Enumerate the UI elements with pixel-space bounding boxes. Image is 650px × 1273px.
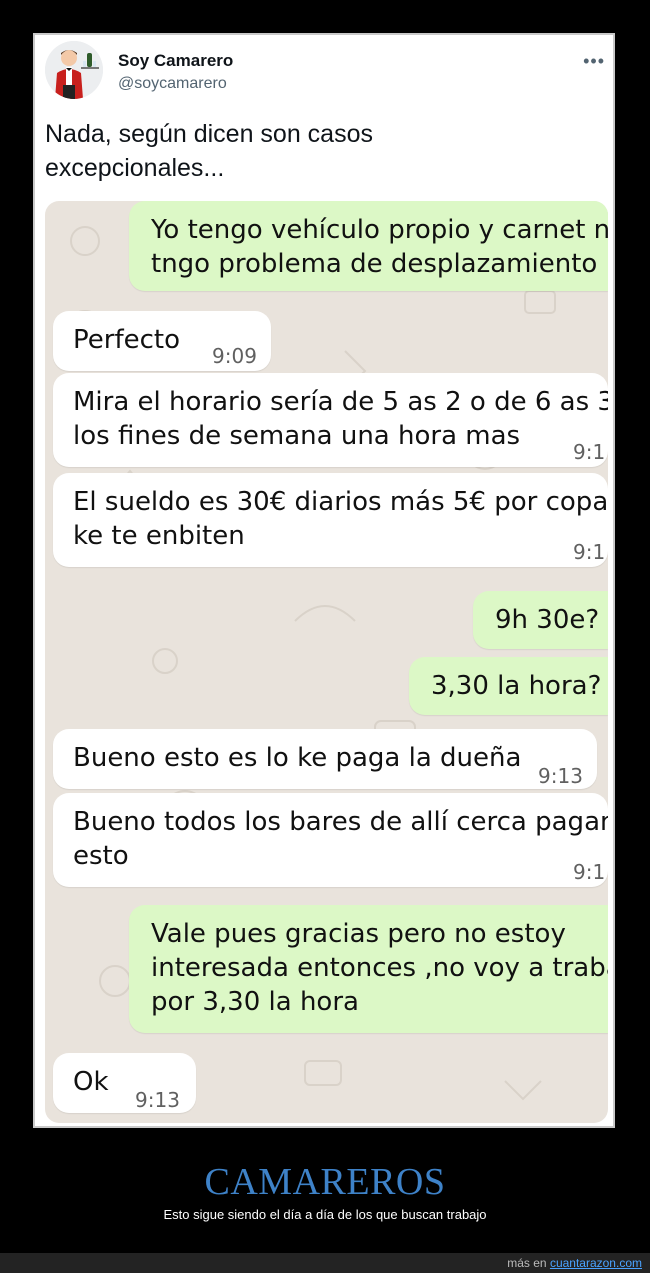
message-bubble-outgoing[interactable]: Yo tengo vehículo propio y carnet n tngo … (129, 201, 608, 291)
message-text: 9h 30e? (495, 603, 599, 637)
message-line: Perfecto (73, 325, 180, 355)
message-bubble-incoming[interactable]: Bueno esto es lo ke paga la dueña 9:13 (53, 729, 597, 789)
message-line: Bueno todos los bares de allí cerca paga… (73, 807, 608, 837)
message-bubble-incoming[interactable]: Bueno todos los bares de allí cerca paga… (53, 793, 608, 887)
message-line: esto (73, 841, 129, 871)
message-bubble-incoming[interactable]: El sueldo es 30€ diarios más 5€ por copa… (53, 473, 608, 567)
tweet-text-line: Nada, según dicen son casos (45, 120, 373, 148)
message-line: Mira el horario sería de 5 as 2 o de 6 a… (73, 387, 608, 417)
waiter-avatar-icon (45, 41, 103, 99)
message-time: 9:13 (538, 764, 583, 788)
message-text: Vale pues gracias pero no estoy interesad… (151, 917, 608, 1019)
message-bubble-outgoing[interactable]: 3,30 la hora? (409, 657, 608, 715)
message-time: 9:1 (573, 440, 606, 464)
message-text: 3,30 la hora? (431, 669, 601, 703)
message-line: tngo problema de desplazamiento (151, 249, 598, 279)
message-line: los fines de semana una hora mas (73, 421, 521, 451)
avatar[interactable] (45, 41, 103, 99)
message-line: ke te enbiten (73, 521, 245, 551)
message-bubble-incoming[interactable]: Ok 9:13 (53, 1053, 196, 1113)
message-line: interesada entonces ,no voy a traba (151, 953, 608, 983)
chat-screenshot: Yo tengo vehículo propio y carnet n tngo … (45, 201, 608, 1123)
message-text: Yo tengo vehículo propio y carnet n tngo … (151, 213, 608, 281)
footer-credit: más en cuantarazon.com (507, 1256, 642, 1270)
caption-title: CAMAREROS (204, 1161, 446, 1203)
message-time: 9:1 (573, 540, 606, 564)
message-line: El sueldo es 30€ diarios más 5€ por copa (73, 487, 608, 517)
message-line: por 3,30 la hora (151, 987, 359, 1017)
message-bubble-outgoing[interactable]: Vale pues gracias pero no estoy interesad… (129, 905, 608, 1033)
author-handle[interactable]: @soycamarero (118, 75, 227, 93)
message-bubble-incoming[interactable]: Mira el horario sería de 5 as 2 o de 6 a… (53, 373, 608, 467)
message-line: Yo tengo vehículo propio y carnet n (151, 215, 608, 245)
more-horizontal-icon[interactable]: ••• (583, 51, 605, 72)
footer-bar: más en cuantarazon.com (0, 1253, 650, 1273)
author-name[interactable]: Soy Camarero (118, 51, 233, 71)
message-bubble-outgoing[interactable]: 9h 30e? (473, 591, 608, 649)
message-time: 9:13 (135, 1088, 180, 1112)
message-text: Ok (73, 1065, 109, 1099)
message-line: 9h 30e? (495, 605, 600, 635)
tweet-card: Soy Camarero @soycamarero ••• Nada, segú… (33, 33, 615, 1128)
tweet-header: Soy Camarero @soycamarero ••• (45, 41, 605, 101)
message-bubble-incoming[interactable]: Perfecto 9:09 (53, 311, 271, 371)
message-text: Perfecto (73, 323, 180, 357)
message-time: 9:1 (573, 860, 606, 884)
message-text: Bueno esto es lo ke paga la dueña (73, 741, 521, 775)
message-line: 3,30 la hora? (431, 671, 602, 701)
message-text: Mira el horario sería de 5 as 2 o de 6 a… (73, 385, 608, 453)
message-line: Bueno esto es lo ke paga la dueña (73, 743, 522, 773)
message-text: Bueno todos los bares de allí cerca paga… (73, 805, 608, 873)
message-line: Vale pues gracias pero no estoy (151, 919, 566, 949)
message-line: Ok (73, 1067, 109, 1097)
site-link[interactable]: cuantarazon.com (550, 1256, 642, 1270)
message-time: 9:09 (212, 344, 257, 368)
caption-subtitle: Esto sigue siendo el día a día de los qu… (163, 1207, 487, 1222)
message-text: El sueldo es 30€ diarios más 5€ por copa… (73, 485, 608, 553)
tweet-text: Nada, según dicen son casos excepcionale… (45, 117, 585, 185)
footer-prefix: más en (507, 1256, 547, 1270)
tweet-text-line: excepcionales... (45, 154, 225, 182)
